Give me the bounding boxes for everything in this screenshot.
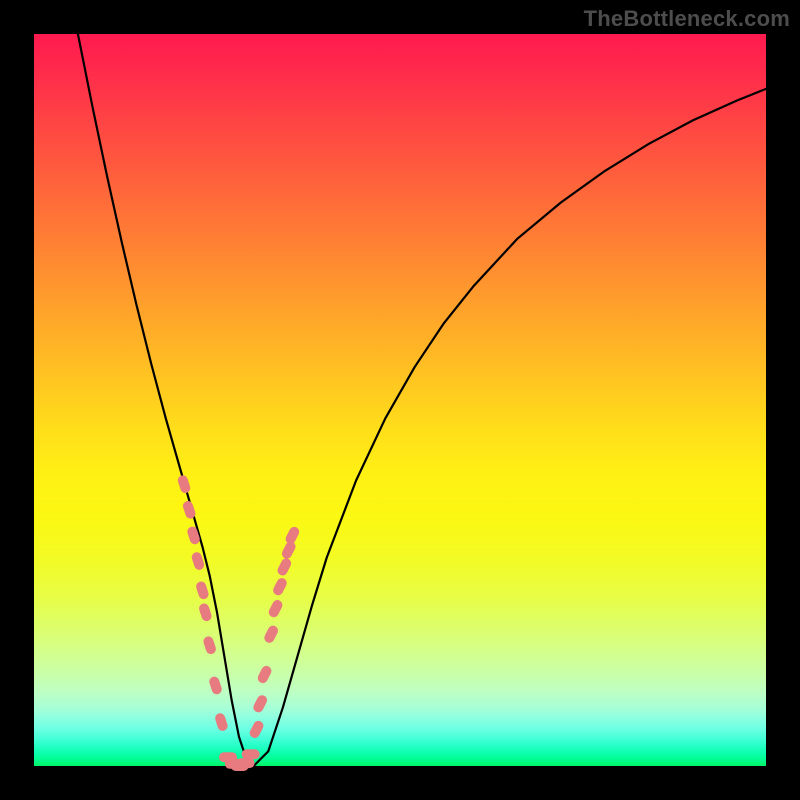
chart-frame: TheBottleneck.com — [0, 0, 800, 800]
curve-marker — [284, 525, 301, 546]
curve-marker — [276, 557, 293, 578]
curve-marker — [202, 635, 217, 655]
curve-svg — [34, 34, 766, 766]
curve-marker — [242, 749, 260, 759]
curve-marker — [263, 624, 280, 645]
curve-marker — [208, 675, 223, 695]
curve-marker — [198, 602, 213, 622]
watermark-text: TheBottleneck.com — [584, 6, 790, 32]
curve-marker — [271, 576, 288, 597]
curve-marker — [256, 664, 273, 685]
curve-marker — [252, 693, 269, 714]
curve-marker — [214, 712, 229, 732]
curve-marker — [195, 580, 210, 600]
curve-marker — [177, 474, 192, 494]
curve-marker — [267, 598, 284, 619]
curve-marker — [248, 719, 265, 740]
curve-marker — [237, 758, 255, 768]
plot-area — [34, 34, 766, 766]
bottleneck-curve — [78, 34, 766, 766]
